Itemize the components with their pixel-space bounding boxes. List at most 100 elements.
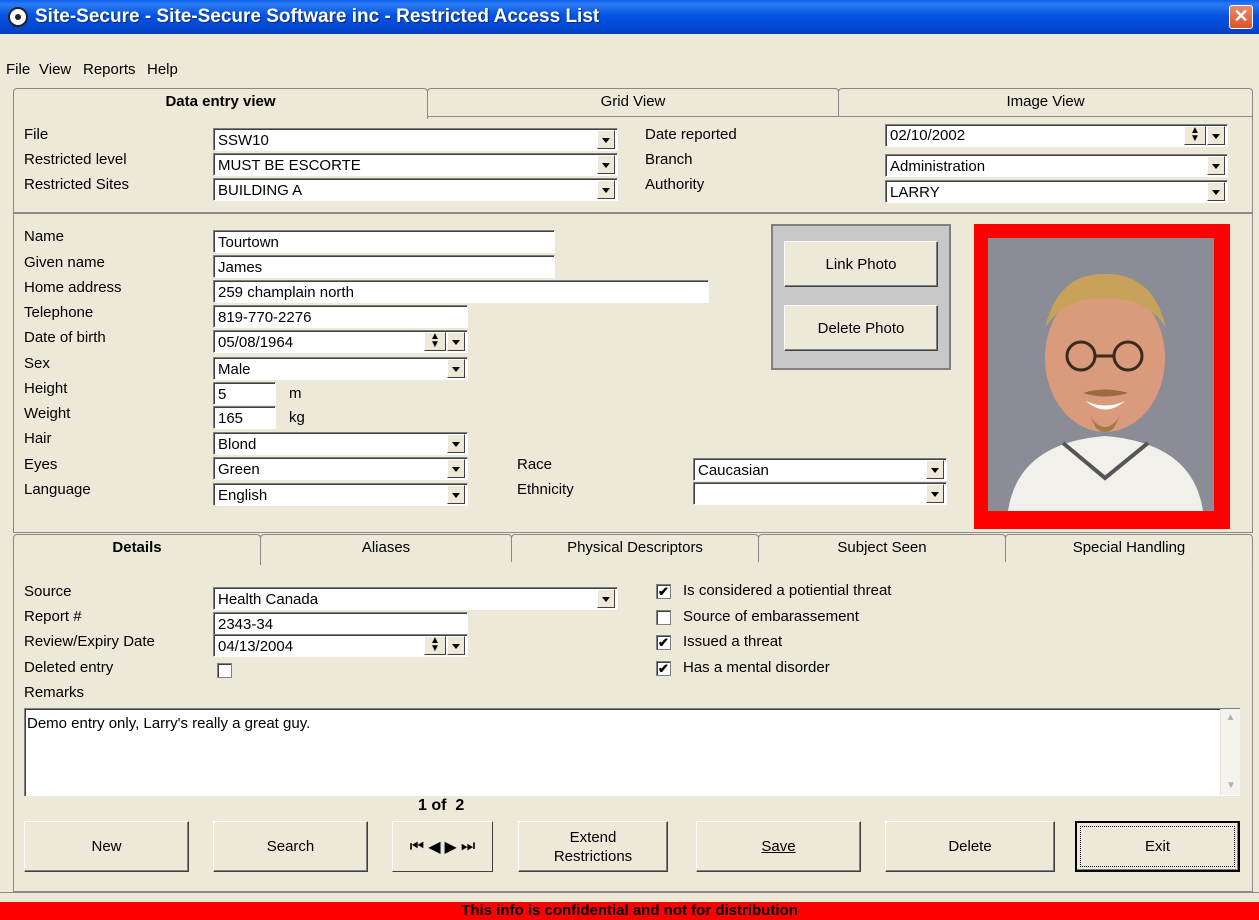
close-icon[interactable]: ✕ [1229, 5, 1253, 29]
scrollbar[interactable]: ▲ ▼ [1220, 709, 1240, 795]
name-label: Name [24, 228, 65, 245]
deleted-entry-checkbox[interactable] [217, 663, 232, 678]
ethnicity-label: Ethnicity [517, 481, 574, 498]
chevron-down-icon[interactable] [447, 459, 465, 478]
scroll-up-icon[interactable]: ▲ [1221, 709, 1240, 727]
given-name-input[interactable]: James [213, 255, 555, 278]
ethnicity-select[interactable] [693, 482, 947, 505]
chevron-down-icon[interactable] [447, 332, 465, 351]
hair-value: Blond [218, 436, 257, 453]
photo-frame [974, 224, 1230, 529]
last-record-icon[interactable]: ⏭ [461, 838, 475, 856]
race-value: Caucasian [698, 462, 769, 479]
tab-data-entry-view[interactable]: Data entry view [13, 88, 428, 119]
previous-record-icon[interactable]: ◀ [428, 837, 440, 857]
report-input[interactable]: 2343-34 [213, 612, 468, 635]
review-label: Review/Expiry Date [24, 633, 155, 650]
tab-physical-descriptors[interactable]: Physical Descriptors [511, 534, 759, 562]
tab-image-view[interactable]: Image View [838, 88, 1253, 116]
date-reported-picker[interactable]: 02/10/2002 ▲ ▼ [885, 124, 1228, 147]
menu-reports[interactable]: Reports [83, 61, 136, 78]
delete-button[interactable]: Delete [885, 821, 1055, 872]
save-button[interactable]: Save [696, 821, 861, 872]
dob-picker[interactable]: 05/08/1964 ▲ ▼ [213, 330, 468, 353]
eyes-label: Eyes [24, 456, 58, 473]
hair-select[interactable]: Blond [213, 432, 468, 455]
review-date-picker[interactable]: 04/13/2004 ▲ ▼ [213, 634, 468, 657]
extend-restrictions-line1: Extend [569, 828, 617, 846]
link-photo-button[interactable]: Link Photo [784, 241, 938, 287]
source-select[interactable]: Health Canada [213, 587, 618, 610]
chevron-down-icon[interactable] [597, 589, 615, 608]
chevron-down-icon[interactable] [597, 130, 615, 149]
home-address-input[interactable]: 259 champlain north [213, 280, 709, 303]
dob-value: 05/08/1964 [218, 334, 294, 351]
chevron-down-icon[interactable] [447, 636, 465, 655]
spinner-icon[interactable]: ▲ ▼ [424, 332, 446, 351]
chevron-down-icon[interactable] [1207, 156, 1225, 175]
footer-divider [0, 892, 1259, 902]
source-value: Health Canada [218, 591, 319, 608]
menu-view[interactable]: View [39, 61, 71, 78]
chevron-down-icon[interactable] [926, 460, 944, 479]
chevron-down-icon[interactable] [1207, 126, 1225, 145]
dob-label: Date of birth [24, 329, 106, 346]
chevron-down-icon[interactable] [447, 485, 465, 504]
eyes-select[interactable]: Green [213, 457, 468, 480]
restricted-level-select[interactable]: MUST BE ESCORTE [213, 153, 618, 176]
weight-input[interactable]: 165 [213, 406, 276, 429]
chevron-down-icon[interactable] [597, 155, 615, 174]
tab-aliases[interactable]: Aliases [260, 534, 512, 562]
remarks-text: Demo entry only, Larry's really a great … [27, 715, 311, 732]
tab-special-handling[interactable]: Special Handling [1005, 534, 1253, 562]
mental-disorder-checkbox[interactable]: ✔ [656, 661, 671, 676]
file-select[interactable]: SSW10 [213, 128, 618, 151]
source-label: Source [24, 583, 72, 600]
chevron-down-icon[interactable] [447, 434, 465, 453]
weight-unit: kg [289, 409, 305, 426]
remarks-textarea[interactable]: Demo entry only, Larry's really a great … [24, 708, 1240, 796]
issued-threat-checkbox[interactable]: ✔ [656, 635, 671, 650]
spinner-icon[interactable]: ▲ ▼ [424, 636, 446, 655]
name-input[interactable]: Tourtown [213, 230, 555, 253]
chevron-down-icon[interactable] [1207, 182, 1225, 201]
restricted-sites-select[interactable]: BUILDING A [213, 178, 618, 201]
tab-details[interactable]: Details [13, 534, 261, 565]
tab-grid-view[interactable]: Grid View [427, 88, 839, 116]
sex-label: Sex [24, 355, 50, 372]
threat-checkbox[interactable]: ✔ [656, 584, 671, 599]
first-record-icon[interactable]: ⏮ [410, 838, 424, 856]
restricted-sites-label: Restricted Sites [24, 176, 130, 193]
language-label: Language [24, 481, 91, 498]
exit-button[interactable]: Exit [1075, 821, 1240, 872]
branch-select[interactable]: Administration [885, 154, 1228, 177]
subject-photo [988, 238, 1214, 511]
restricted-sites-value: BUILDING A [218, 182, 303, 199]
extend-restrictions-button[interactable]: Extend Restrictions [518, 821, 668, 872]
next-record-icon[interactable]: ▶ [445, 837, 457, 857]
record-counter: 1 of 2 [418, 797, 465, 814]
chevron-down-icon[interactable] [447, 359, 465, 378]
date-reported-value: 02/10/2002 [890, 127, 966, 144]
race-select[interactable]: Caucasian [693, 458, 947, 481]
embarassement-checkbox[interactable] [656, 610, 671, 625]
spinner-icon[interactable]: ▲ ▼ [1184, 126, 1206, 145]
chevron-down-icon[interactable] [597, 180, 615, 199]
height-input[interactable]: 5 [213, 382, 276, 405]
deleted-label: Deleted entry [24, 659, 114, 676]
delete-photo-button[interactable]: Delete Photo [784, 305, 938, 351]
sex-select[interactable]: Male [213, 357, 468, 380]
restricted-level-label: Restricted level [24, 151, 127, 168]
restricted-level-value: MUST BE ESCORTE [218, 157, 361, 174]
menu-help[interactable]: Help [147, 61, 178, 78]
scroll-down-icon[interactable]: ▼ [1221, 777, 1241, 795]
new-button[interactable]: New [24, 821, 189, 872]
embarassement-label: Source of embarassement [683, 608, 859, 625]
authority-select[interactable]: LARRY [885, 180, 1228, 203]
menu-file[interactable]: File [6, 61, 30, 78]
tab-subject-seen[interactable]: Subject Seen [758, 534, 1006, 562]
language-select[interactable]: English [213, 483, 468, 506]
chevron-down-icon[interactable] [926, 484, 944, 503]
telephone-input[interactable]: 819-770-2276 [213, 305, 468, 328]
search-button[interactable]: Search [213, 821, 368, 872]
